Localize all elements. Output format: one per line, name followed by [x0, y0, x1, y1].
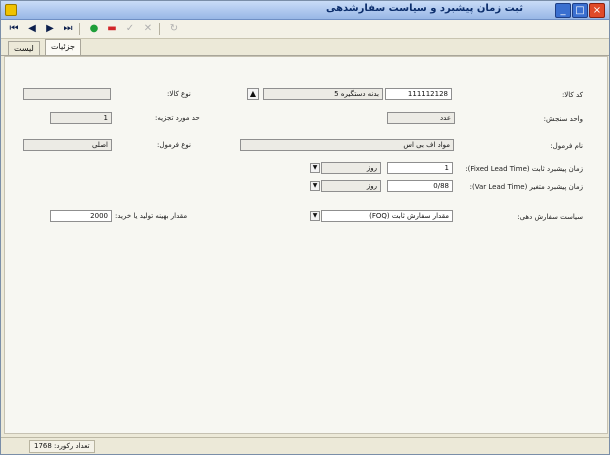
maximize-button[interactable]: □	[572, 3, 588, 18]
title-bar: ثبت زمان پیشبرد و سیاست سفارشدهی _ □ ×	[1, 1, 609, 20]
tab-list[interactable]: لیست	[8, 41, 40, 55]
order-qty-label: مقدار بهینه تولید یا خرید:	[115, 212, 188, 220]
item-code-label: کد کالا:	[561, 91, 583, 99]
min-part-field: 1	[50, 112, 112, 124]
app-window: ثبت زمان پیشبرد و سیاست سفارشدهی _ □ × ⏮…	[0, 0, 610, 455]
next-record-icon[interactable]: ▶	[43, 22, 57, 36]
order-policy-dropdown-icon[interactable]: ▼	[310, 211, 320, 221]
confirm-icon[interactable]: ✓	[123, 22, 137, 36]
unit-label: واحد سنجش:	[543, 115, 583, 123]
toolbar-separator	[159, 23, 160, 35]
first-record-icon[interactable]: ⏮	[7, 22, 21, 36]
tab-details[interactable]: جزئیات	[45, 39, 81, 55]
item-code-field[interactable]: 111112128	[385, 88, 452, 100]
prev-record-icon[interactable]: ◀	[25, 22, 39, 36]
toolbar-separator	[79, 23, 80, 35]
order-policy-label: سیاست سفارش دهی:	[517, 213, 583, 221]
fixed-lead-label: زمان پیشبرد ثابت (Fixed Lead Time):	[465, 165, 583, 173]
min-part-label: حد مورد تجزیه:	[155, 114, 200, 122]
lookup-icon[interactable]: ▲	[247, 88, 259, 100]
fixed-lead-unit: روز	[321, 162, 381, 174]
fixed-lead-unit-dropdown-icon[interactable]: ▼	[310, 163, 320, 173]
status-bar: تعداد رکورد: 1768	[1, 437, 609, 454]
var-lead-label: زمان پیشبرد متغیر (Var Lead Time):	[469, 183, 583, 191]
formula-type-label: نوع فرمول:	[157, 141, 191, 149]
order-policy-field[interactable]: مقدار سفارش ثابت (FOQ)	[321, 210, 453, 222]
item-type-label: نوع کالا:	[167, 90, 191, 98]
var-lead-unit-dropdown-icon[interactable]: ▼	[310, 181, 320, 191]
var-lead-field[interactable]: 0/88	[387, 180, 453, 192]
item-name-field: بدنه دستگیره 5	[263, 88, 383, 100]
last-record-icon[interactable]: ⏭	[61, 22, 75, 36]
formula-name-field: مواد اف بی اس	[240, 139, 454, 151]
order-qty-field[interactable]: 2000	[50, 210, 112, 222]
details-form: کد کالا: 111112128 بدنه دستگیره 5 ▲ نوع …	[4, 56, 608, 434]
window-title: ثبت زمان پیشبرد و سیاست سفارشدهی	[325, 3, 523, 14]
fixed-lead-field[interactable]: 1	[387, 162, 453, 174]
delete-record-icon[interactable]: ▬	[105, 22, 119, 36]
app-icon	[5, 4, 17, 16]
item-type-field	[23, 88, 111, 100]
unit-field: عدد	[387, 112, 455, 124]
cancel-icon[interactable]: ✕	[141, 22, 155, 36]
record-toolbar: ⏮ ◀ ▶ ⏭ ● ▬ ✓ ✕ ↻	[1, 20, 609, 39]
tab-strip: جزئیات لیست	[1, 39, 609, 56]
formula-type-field: اصلی	[23, 139, 112, 151]
formula-name-label: نام فرمول:	[550, 142, 583, 150]
add-record-icon[interactable]: ●	[87, 22, 101, 36]
minimize-button[interactable]: _	[555, 3, 571, 18]
record-count: تعداد رکورد: 1768	[29, 440, 95, 453]
refresh-icon[interactable]: ↻	[167, 22, 181, 36]
var-lead-unit: روز	[321, 180, 381, 192]
close-button[interactable]: ×	[589, 3, 605, 18]
